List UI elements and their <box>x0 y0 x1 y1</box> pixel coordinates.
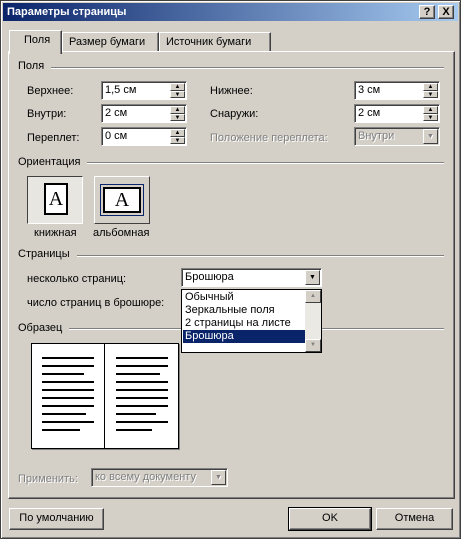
margins-separator <box>51 67 444 69</box>
bottom-margin-label: Нижнее: <box>210 85 253 97</box>
spin-down-icon[interactable]: ▼ <box>170 113 185 121</box>
spin-up-icon[interactable]: ▲ <box>170 106 185 114</box>
bottom-margin-spinner[interactable]: 3 см ▲ ▼ <box>354 81 440 100</box>
scroll-down-icon[interactable]: ▼ <box>305 339 321 352</box>
text-line <box>116 397 168 399</box>
pages-group-label: Страницы <box>18 248 70 260</box>
spin-down-icon[interactable]: ▼ <box>170 136 185 144</box>
portrait-button[interactable]: A <box>27 176 83 224</box>
text-line <box>116 413 156 415</box>
pages-separator <box>77 255 444 257</box>
orientation-group-label: Ориентация <box>18 156 81 168</box>
chevron-down-icon[interactable]: ▼ <box>305 270 320 285</box>
inside-margin-label: Внутри: <box>27 108 67 120</box>
text-line <box>116 373 160 375</box>
cancel-button[interactable]: Отмена <box>376 508 453 530</box>
spin-down-icon[interactable]: ▼ <box>423 113 438 121</box>
portrait-page-icon: A <box>44 183 68 215</box>
text-line <box>42 413 86 415</box>
text-line <box>116 429 152 431</box>
dropdown-option-booklet[interactable]: Брошюра <box>183 330 305 343</box>
ok-button[interactable]: OK <box>288 507 372 531</box>
text-line <box>42 405 94 407</box>
tab-paper-size[interactable]: Размер бумаги <box>62 32 159 52</box>
tab-label: Поля <box>24 34 51 46</box>
apply-to-value: ко всему документу <box>95 471 196 483</box>
text-line <box>116 389 168 391</box>
booklet-preview <box>31 343 179 449</box>
multiple-pages-value: Брошюра <box>185 271 234 283</box>
gutter-position-select[interactable]: Внутри ▼ <box>354 127 440 146</box>
outside-margin-spinner[interactable]: 2 см ▲ ▼ <box>354 104 440 123</box>
gutter-value: 0 см <box>105 130 128 142</box>
help-button[interactable]: ? <box>419 5 435 19</box>
text-line <box>42 357 94 359</box>
preview-spine <box>104 344 105 448</box>
text-line <box>42 429 80 431</box>
multiple-pages-select[interactable]: Брошюра ▼ <box>181 268 322 287</box>
text-line <box>116 357 168 359</box>
close-button[interactable]: X <box>438 5 454 19</box>
landscape-button[interactable]: A <box>94 176 150 224</box>
margins-group-label: Поля <box>18 60 45 72</box>
gutter-position-value: Внутри <box>358 130 395 142</box>
portrait-label: книжная <box>34 227 77 239</box>
spin-up-icon[interactable]: ▲ <box>170 129 185 137</box>
text-line <box>116 405 168 407</box>
window-title: Параметры страницы <box>7 6 127 18</box>
inside-margin-spinner[interactable]: 2 см ▲ ▼ <box>101 104 187 123</box>
page-setup-dialog: Параметры страницы ? X Поля Размер бумаг… <box>0 0 461 539</box>
landscape-page-icon: A <box>100 184 144 216</box>
gutter-spinner[interactable]: 0 см ▲ ▼ <box>101 127 187 146</box>
gutter-label: Переплет: <box>27 132 80 144</box>
spin-up-icon[interactable]: ▲ <box>170 83 185 91</box>
text-line <box>42 373 84 375</box>
bottom-margin-value: 3 см <box>358 84 381 96</box>
text-line <box>116 421 168 423</box>
landscape-label: альбомная <box>93 227 150 239</box>
orientation-separator <box>87 162 444 164</box>
spin-up-icon[interactable]: ▲ <box>423 106 438 114</box>
apply-to-label: Применить: <box>18 473 78 485</box>
chevron-down-icon[interactable]: ▼ <box>211 470 226 485</box>
spin-down-icon[interactable]: ▼ <box>423 90 438 98</box>
dropdown-option-normal[interactable]: Обычный <box>183 291 305 304</box>
spin-down-icon[interactable]: ▼ <box>170 90 185 98</box>
top-margin-value: 1,5 см <box>105 84 137 96</box>
chevron-down-icon[interactable]: ▼ <box>423 129 438 144</box>
multiple-pages-dropdown-list: Обычный Зеркальные поля 2 страницы на ли… <box>181 289 322 353</box>
multiple-pages-label: несколько страниц: <box>27 273 127 285</box>
text-line <box>116 365 168 367</box>
text-line <box>42 389 94 391</box>
dropdown-option-two-per-sheet[interactable]: 2 страницы на листе <box>183 317 305 330</box>
outside-margin-label: Снаружи: <box>210 108 259 120</box>
top-margin-spinner[interactable]: 1,5 см ▲ ▼ <box>101 81 187 100</box>
text-line <box>42 421 94 423</box>
tab-label: Источник бумаги <box>166 36 252 48</box>
dropdown-option-mirror[interactable]: Зеркальные поля <box>183 304 305 317</box>
sheets-per-booklet-label: число страниц в брошюре: <box>27 297 165 309</box>
gutter-position-label: Положение переплета: <box>210 132 328 144</box>
top-margin-label: Верхнее: <box>27 85 74 97</box>
text-line <box>116 381 168 383</box>
tab-paper-source[interactable]: Источник бумаги <box>159 32 271 52</box>
spin-up-icon[interactable]: ▲ <box>423 83 438 91</box>
default-button[interactable]: По умолчанию <box>9 508 104 530</box>
apply-to-select[interactable]: ко всему документу ▼ <box>91 468 228 487</box>
dropdown-scrollbar[interactable]: ▲ ▼ <box>305 290 321 352</box>
title-bar: Параметры страницы <box>3 3 458 21</box>
scroll-up-icon[interactable]: ▲ <box>305 290 321 303</box>
text-line <box>42 397 94 399</box>
tab-label: Размер бумаги <box>69 36 146 48</box>
preview-group-label: Образец <box>18 322 63 334</box>
text-line <box>42 381 94 383</box>
text-line <box>42 365 94 367</box>
tab-margins[interactable]: Поля <box>9 30 62 54</box>
inside-margin-value: 2 см <box>105 107 128 119</box>
outside-margin-value: 2 см <box>358 107 381 119</box>
